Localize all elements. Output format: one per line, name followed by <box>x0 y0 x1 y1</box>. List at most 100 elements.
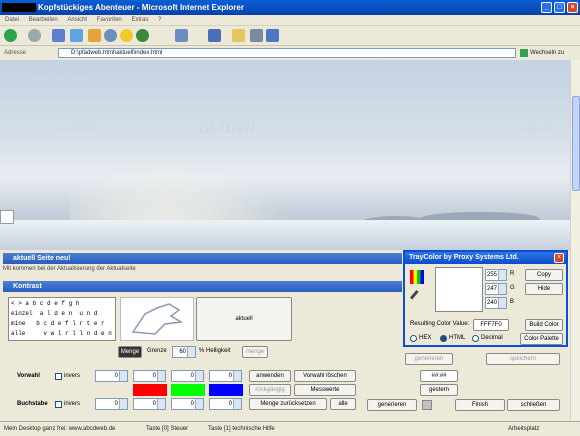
menu-favorites[interactable]: Favoriten <box>97 17 122 23</box>
generieren-button-1[interactable]: generieren <box>405 353 453 365</box>
scroll-thumb[interactable] <box>572 96 580 191</box>
rueckgaengig-button[interactable]: rückgängig <box>249 384 291 396</box>
color-preview <box>435 267 483 312</box>
title-redaction <box>2 3 36 12</box>
grey-swatch <box>95 384 129 396</box>
color-palette-button[interactable]: Color Palette <box>520 333 563 345</box>
character-grid[interactable]: < > a b c d e f g h einzel a l d e n u n… <box>8 297 116 341</box>
messenger-icon[interactable] <box>250 29 263 42</box>
grenze-label: Grenze <box>147 348 167 354</box>
alle-button[interactable]: alle <box>330 398 356 410</box>
status-mid2: Taste [1] technische Hilfe <box>208 426 275 432</box>
green-value-top[interactable]: 0 <box>171 370 204 382</box>
red-channel-label: R <box>510 271 515 277</box>
panel-header-news[interactable]: aktuell Seite neu! <box>3 253 402 264</box>
search-icon[interactable] <box>104 29 117 42</box>
favorites-icon[interactable] <box>120 29 133 42</box>
go-arrow-icon[interactable] <box>520 49 528 57</box>
result-value-field[interactable]: FFF7F0 <box>473 319 509 331</box>
green-channel-input[interactable]: 247 <box>485 283 507 295</box>
char-row-1[interactable]: < > a b c d e f g h <box>11 299 79 309</box>
history-icon[interactable] <box>136 29 149 42</box>
close-button[interactable]: × <box>567 2 578 13</box>
vorwahl-loeschen-button[interactable]: Vorwahl löschen <box>294 370 356 382</box>
edit-icon[interactable] <box>266 29 279 42</box>
vertical-scrollbar[interactable] <box>570 60 580 420</box>
blue-channel-input[interactable]: 240 <box>485 297 507 309</box>
schliessen-button[interactable]: schließen <box>507 399 560 411</box>
print-icon[interactable] <box>208 29 221 42</box>
address-bar: Adresse D:\pfadweb.html\aktuell\index.ht… <box>0 46 580 60</box>
menge2-button[interactable]: menge <box>242 346 268 358</box>
invers-checkbox[interactable] <box>55 373 62 380</box>
red-value-bottom[interactable]: 0 <box>133 398 166 410</box>
blue-value-top[interactable]: 0 <box>209 370 242 382</box>
menge-button[interactable]: Menge <box>118 346 142 358</box>
grey-value-bottom[interactable]: 0 <box>95 398 128 410</box>
menu-edit[interactable]: Bearbeiten <box>29 17 58 23</box>
window-title: Kopfstückiges Abenteuer - Microsoft Inte… <box>38 3 244 12</box>
refresh-icon[interactable] <box>70 29 83 42</box>
hide-button[interactable]: Hide <box>525 283 563 295</box>
menu-help[interactable]: ? <box>158 17 161 23</box>
buchstabe-label: Buchstabe <box>17 401 48 407</box>
grenze-input[interactable]: 60 <box>172 346 196 358</box>
green-value-bottom[interactable]: 0 <box>171 398 204 410</box>
site-page-links[interactable]: Seite 1 2 3 <box>525 126 558 133</box>
back-icon[interactable] <box>4 29 17 42</box>
anwenden-button[interactable]: anwenden <box>249 370 291 382</box>
eagle-icon <box>131 303 184 335</box>
cloud-sea <box>0 220 570 250</box>
green-swatch <box>171 384 205 396</box>
decimal-radio[interactable] <box>472 335 479 342</box>
traycolor-close-icon[interactable]: × <box>554 253 564 263</box>
site-nav-link[interactable]: Layout ... <box>520 88 548 95</box>
status-bar: Mein Desktop ganz frei: www.abcdweb.de T… <box>0 421 580 435</box>
char-row-2[interactable]: einzel a l d e n u n d <box>11 309 97 319</box>
hex-label: HEX <box>419 335 432 341</box>
status-mid: Taste [0] Steuer <box>146 426 189 432</box>
eyedropper-icon[interactable] <box>409 289 425 305</box>
address-input[interactable]: D:\pfadweb.html\aktuell\index.html <box>58 48 516 58</box>
address-label: Adresse <box>4 50 27 56</box>
red-swatch <box>133 384 167 396</box>
update-button[interactable]: aktuell <box>196 297 292 341</box>
minimize-button[interactable]: _ <box>541 2 552 13</box>
home-icon[interactable] <box>88 29 101 42</box>
forward-icon[interactable] <box>28 29 41 42</box>
finish-button[interactable]: Finish <box>455 399 505 411</box>
folder-icon[interactable] <box>232 29 245 42</box>
maximize-button[interactable]: □ <box>554 2 565 13</box>
grey-value-top[interactable]: 0 <box>95 370 128 382</box>
menu-view[interactable]: Ansicht <box>67 17 87 23</box>
menu-file[interactable]: Datei <box>5 17 19 23</box>
menge-zuruecksetzen-button[interactable]: Menge zurücksetzen <box>249 398 327 410</box>
html-radio[interactable] <box>440 335 447 342</box>
char-row-4[interactable]: alle v w l r l l n d e n <box>11 329 112 339</box>
stop-icon[interactable] <box>52 29 65 42</box>
red-channel-input[interactable]: 255 <box>485 269 507 281</box>
char-row-3[interactable]: mine b c d e f l r t e r <box>11 319 105 329</box>
small-square-icon[interactable] <box>422 400 432 410</box>
traycolor-title[interactable]: TrayColor by Proxy Systems Ltd. <box>405 252 566 264</box>
speichern-button[interactable]: speichern <box>486 353 560 365</box>
go-button[interactable]: Wechseln zu <box>530 46 564 60</box>
site-logo[interactable]: abcd-web <box>30 74 93 89</box>
menu-tools[interactable]: Extras <box>131 17 148 23</box>
panel-header-contrast[interactable]: Kontrast <box>3 281 402 292</box>
hex-radio[interactable] <box>410 335 417 342</box>
gestern-button[interactable]: gestern <box>420 384 458 396</box>
build-color-button[interactable]: Build Color <box>525 319 563 331</box>
html-label: HTML <box>449 335 466 341</box>
mail-icon[interactable] <box>175 29 188 42</box>
invers2-checkbox[interactable] <box>55 401 62 408</box>
copy-button[interactable]: Copy <box>525 269 563 281</box>
generieren-button-2[interactable]: generieren <box>367 399 417 411</box>
palette-icon[interactable] <box>410 270 424 284</box>
invers2-label: invers <box>64 401 81 407</box>
blue-value-bottom[interactable]: 0 <box>209 398 242 410</box>
window-titlebar: Kopfstückiges Abenteuer - Microsoft Inte… <box>0 0 580 15</box>
page-widget-box[interactable] <box>0 210 14 224</box>
red-value-top[interactable]: 0 <box>133 370 166 382</box>
messwerte-button[interactable]: Messwerte <box>294 384 356 396</box>
